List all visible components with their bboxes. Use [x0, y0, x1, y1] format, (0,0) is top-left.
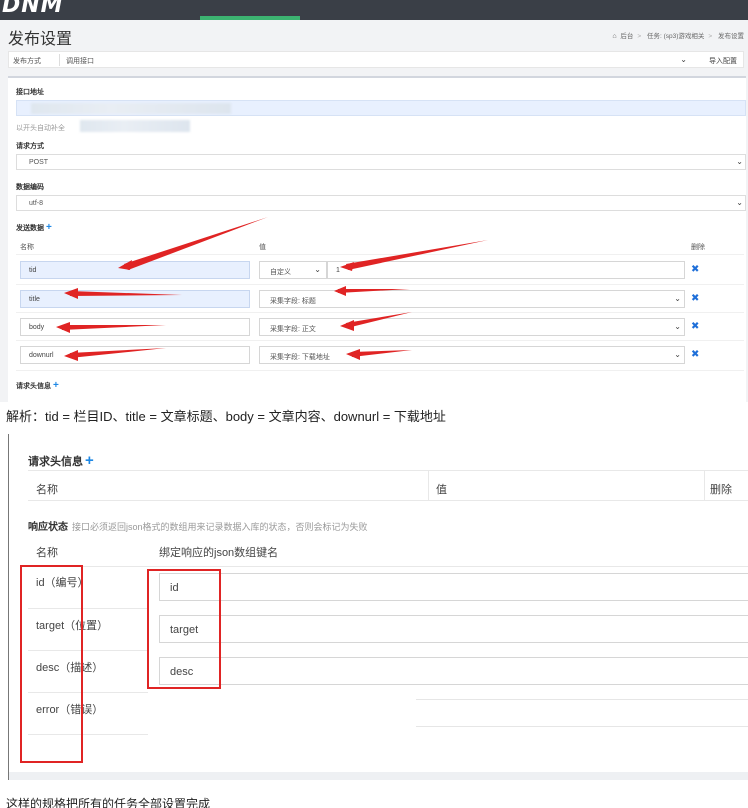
request-header-label: 请求头信息 + — [28, 452, 94, 469]
response-status-label: 响应状态 接口必须返回json格式的数组用来记录数据入库的状态，否则会标记为失败 — [28, 522, 368, 533]
resp-key-input[interactable]: id — [159, 573, 748, 601]
arrow-title — [70, 291, 182, 296]
arrow-body — [62, 325, 166, 330]
arrow-tid-value — [346, 240, 488, 270]
publish-settings-screenshot: 发布设置 ⌂ 后台 > 任务: (sp3)游戏相关 > 发布设置 发布方式 调用接口… — [0, 20, 748, 402]
arrow-tid — [124, 217, 268, 270]
resp-key-input[interactable]: target — [159, 615, 748, 643]
arrow-body-value — [346, 312, 412, 328]
response-hint: 接口必须返回json格式的数组用来记录数据入库的状态，否则会标记为失败 — [72, 522, 368, 532]
arrow-title-value — [338, 289, 410, 293]
annotation-arrows — [56, 217, 488, 361]
col-name: 名称 — [36, 484, 58, 496]
top-banner: DNM — [0, 0, 748, 20]
col-value: 值 — [436, 484, 447, 496]
response-settings-screenshot: 请求头信息 + 名称 值 删除 响应状态 接口必须返回json格式的数组用来记录数据… — [8, 434, 748, 780]
explanation-caption: 解析：tid = 栏目ID、title = 文章标题、body = 文章内容、d… — [6, 409, 446, 424]
annotation-box-keys — [147, 569, 221, 689]
resp-key-input[interactable]: desc — [159, 657, 748, 685]
resp-col-name: 名称 — [36, 547, 58, 559]
arrow-downurl-value — [352, 350, 412, 357]
resp-key-input[interactable] — [416, 699, 748, 727]
annotation-box-names — [20, 565, 83, 763]
completion-caption: 这样的规格把所有的任务全部设置完成 — [6, 797, 211, 808]
resp-col-key: 绑定响应的json数组键名 — [159, 547, 279, 559]
plus-icon[interactable]: + — [85, 452, 94, 469]
col-delete: 删除 — [710, 484, 732, 496]
brand-logo: DNM — [2, 0, 64, 18]
arrow-downurl — [70, 348, 166, 358]
